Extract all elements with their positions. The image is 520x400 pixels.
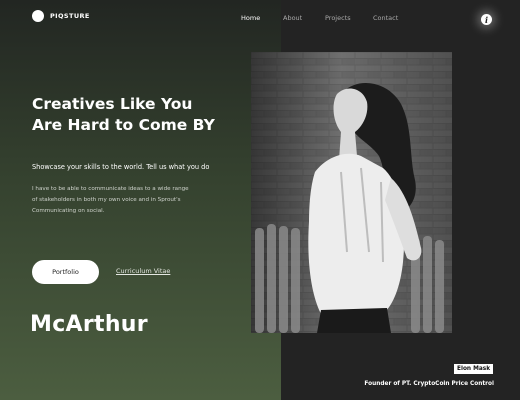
hero-title-line-2: Are Hard to Come BY [32,116,215,134]
nav-home[interactable]: Home [241,14,260,22]
info-icon[interactable]: i [481,14,492,25]
portrait-illustration [251,52,452,333]
description-line-3: Communicating on social. [32,208,105,214]
description-line-1: I have to be able to communicate ideas t… [32,186,189,192]
logo-text: PIQSTURE [50,12,90,20]
hero-name: McArthur [30,312,148,337]
portrait-photo [251,52,452,333]
hero-description: I have to be able to communicate ideas t… [32,184,237,217]
hero-subtitle: Showcase your skills to the world. Tell … [32,163,210,171]
hero-title-line-1: Creatives Like You [32,95,193,113]
portfolio-button[interactable]: Portfolio [32,260,99,284]
description-line-2: of stakeholders in both my own voice and… [32,197,181,203]
nav-contact[interactable]: Contact [373,14,398,22]
hero-title: Creatives Like You Are Hard to Come BY [32,94,242,136]
logo-circle-icon [32,10,44,22]
caption-role: Founder of PT. CryptoCoin Price Control [364,381,494,387]
caption-name-badge: Elon Mask [454,364,494,374]
brand-logo[interactable]: PIQSTURE [32,10,90,22]
nav-projects[interactable]: Projects [325,14,351,22]
nav-about[interactable]: About [283,14,302,22]
curriculum-vitae-link[interactable]: Curriculum Vitae [116,267,170,275]
